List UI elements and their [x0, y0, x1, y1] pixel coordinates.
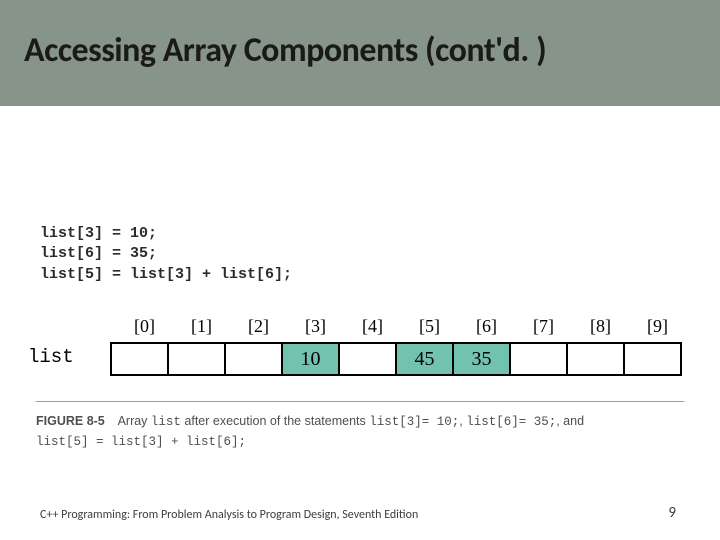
index-label: [7] [515, 316, 572, 337]
caption-mono: list[6]= 35; [466, 415, 556, 429]
array-cell: 45 [397, 344, 454, 374]
index-label: [1] [173, 316, 230, 337]
caption-text: Array [118, 414, 151, 428]
code-block: list[3] = 10; list[6] = 35; list[5] = li… [40, 224, 292, 285]
array-cell [226, 344, 283, 374]
index-label: [3] [287, 316, 344, 337]
footer-book: C++ Programming: From Problem Analysis t… [40, 508, 418, 522]
page-title: Accessing Array Components (cont'd. ) [24, 30, 696, 71]
slide: Accessing Array Components (cont'd. ) li… [0, 0, 720, 540]
caption-mono: list [151, 415, 181, 429]
caption-text: after execution of the statements [181, 414, 369, 428]
caption-text: , and [556, 414, 584, 428]
index-label: [9] [629, 316, 686, 337]
index-label: [0] [116, 316, 173, 337]
caption-mono: list[5] = list[3] + list[6]; [36, 435, 246, 449]
figure-caption: FIGURE 8-5 Array list after execution of… [36, 412, 686, 453]
array-cell [625, 344, 682, 374]
array-cell: 35 [454, 344, 511, 374]
index-row: [0] [1] [2] [3] [4] [5] [6] [7] [8] [9] [116, 316, 686, 337]
array-cell [568, 344, 625, 374]
array-cells-row: 10 45 35 [110, 342, 682, 376]
array-cell [112, 344, 169, 374]
index-label: [6] [458, 316, 515, 337]
caption-divider [36, 401, 684, 402]
index-label: [8] [572, 316, 629, 337]
figure-label: FIGURE 8-5 [36, 414, 105, 428]
index-label: [5] [401, 316, 458, 337]
content-panel: list[3] = 10; list[6] = 35; list[5] = li… [0, 106, 720, 540]
array-cell: 10 [283, 344, 340, 374]
index-label: [2] [230, 316, 287, 337]
index-label: [4] [344, 316, 401, 337]
footer-page-number: 9 [668, 504, 676, 522]
array-cell [511, 344, 568, 374]
array-cell [340, 344, 397, 374]
caption-mono: list[3]= 10; [369, 415, 459, 429]
array-name-label: list [28, 346, 74, 368]
array-cell [169, 344, 226, 374]
